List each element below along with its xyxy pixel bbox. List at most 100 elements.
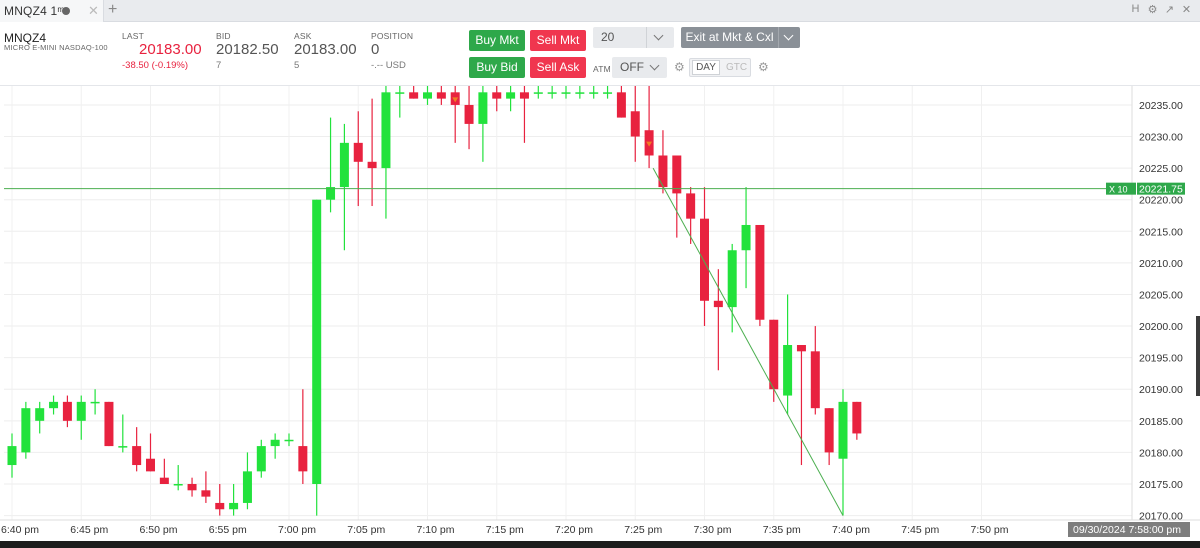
- y-tick-label: 20235.00: [1139, 100, 1183, 112]
- quantity-value: 20: [601, 30, 615, 44]
- y-tick-label: 20180.00: [1139, 447, 1183, 459]
- scroll-handle: [1196, 316, 1200, 396]
- instrument-description: MICRO E-MINI NASDAQ-100: [4, 43, 108, 52]
- exit-at-market-button[interactable]: Exit at Mkt & Cxl: [681, 27, 800, 48]
- candle-body: [201, 490, 211, 497]
- candle-body: [575, 92, 585, 94]
- candlestick-chart[interactable]: 20235.00 20230.00 20225.00 20220.00 20215.00…: [0, 86, 1200, 548]
- candle-body: [672, 155, 682, 194]
- candle-body: [132, 446, 142, 466]
- y-tick-label: 20200.00: [1139, 321, 1183, 333]
- sell-ask-button[interactable]: Sell Ask: [530, 57, 586, 78]
- y-tick-label: 20185.00: [1139, 416, 1183, 428]
- y-tick-label: 20175.00: [1139, 479, 1183, 491]
- help-icon[interactable]: H: [1130, 3, 1141, 16]
- quantity-select[interactable]: 20: [593, 27, 674, 48]
- candle-body: [533, 92, 543, 94]
- candle-body: [436, 92, 446, 99]
- crosshair-time-label: 09/30/2024 7:58:00 pm: [1073, 524, 1181, 536]
- order-price-label: 20221.75: [1139, 184, 1183, 196]
- x-tick-label: 7:10 pm: [417, 524, 455, 536]
- candle-body: [824, 408, 834, 453]
- exit-label: Exit at Mkt & Cxl: [685, 30, 774, 44]
- candle-body: [256, 446, 266, 472]
- atm-settings-icon[interactable]: ⚙: [674, 60, 685, 74]
- candle-body: [603, 92, 613, 94]
- y-tick-label: 20195.00: [1139, 353, 1183, 365]
- y-tick-label: 20230.00: [1139, 132, 1183, 144]
- candle-body: [713, 300, 723, 308]
- candle-body: [755, 224, 765, 320]
- price-change: -38.50 (-0.19%): [122, 60, 189, 71]
- close-icon[interactable]: ✕: [88, 3, 99, 19]
- candle-body: [783, 345, 793, 396]
- chart-tab[interactable]: MNQZ4 1ᵐ ✕: [0, 0, 104, 22]
- candle-body: [312, 199, 322, 484]
- buy-bid-button[interactable]: Buy Bid: [469, 57, 525, 78]
- candle-body: [423, 92, 432, 99]
- candle-body: [464, 104, 474, 124]
- candle-body: [62, 401, 72, 421]
- position-pnl: -.-- USD: [371, 60, 406, 71]
- tif-settings-icon[interactable]: ⚙: [758, 60, 769, 74]
- bid-size: 7: [216, 60, 222, 71]
- tab-strip: MNQZ4 1ᵐ ✕ + H ⚙ ↗ ✕: [0, 0, 1200, 22]
- x-tick-label: 6:45 pm: [70, 524, 108, 536]
- atm-select[interactable]: OFF: [612, 57, 667, 78]
- close-window-icon[interactable]: ✕: [1181, 3, 1192, 16]
- order-side-label: X 10: [1109, 185, 1128, 195]
- popout-icon[interactable]: ↗: [1164, 3, 1175, 16]
- y-tick-label: 20170.00: [1139, 511, 1183, 523]
- candle-body: [727, 250, 737, 308]
- candle-body: [589, 92, 599, 94]
- chevron-down-icon: [653, 30, 664, 41]
- candle-body: [561, 92, 571, 94]
- candle-body: [76, 401, 86, 421]
- candle-body: [409, 92, 419, 99]
- candle-body: [616, 92, 626, 118]
- x-tick-label: 6:55 pm: [209, 524, 247, 536]
- x-tick-label: 6:50 pm: [140, 524, 178, 536]
- candle-body: [187, 483, 197, 491]
- x-tick-label: 7:30 pm: [694, 524, 732, 536]
- y-tick-label: 20215.00: [1139, 226, 1183, 238]
- candle-body: [838, 401, 848, 459]
- candle-body: [852, 401, 862, 434]
- candle-body: [630, 111, 640, 137]
- ask-label: ASK: [294, 31, 312, 41]
- last-label: LAST: [122, 31, 145, 41]
- candle-body: [395, 92, 405, 94]
- y-tick-label: 20190.00: [1139, 384, 1183, 396]
- position-value: 0: [371, 41, 380, 58]
- y-tick-label: 20205.00: [1139, 289, 1183, 301]
- candle-body: [35, 408, 45, 421]
- candle-body: [118, 446, 128, 448]
- candle-body: [547, 92, 557, 94]
- tif-gtc-button[interactable]: GTC: [723, 60, 750, 75]
- trading-window: MNQZ4 1ᵐ ✕ + H ⚙ ↗ ✕ MNQZ4 MICRO E-MINI …: [0, 0, 1200, 548]
- position-label: POSITION: [371, 31, 414, 41]
- candle-body: [90, 401, 100, 404]
- add-tab-icon[interactable]: +: [108, 1, 117, 19]
- candle-body: [298, 446, 308, 472]
- bottom-strip: [0, 541, 1200, 548]
- x-tick-label: 7:40 pm: [832, 524, 870, 536]
- x-tick-label: 7:20 pm: [555, 524, 593, 536]
- candle-body: [353, 142, 363, 162]
- candle-body: [146, 458, 155, 472]
- sell-market-button[interactable]: Sell Mkt: [530, 30, 586, 51]
- candle-body: [242, 471, 252, 503]
- candle-body: [519, 92, 529, 99]
- settings-icon[interactable]: ⚙: [1147, 3, 1158, 16]
- y-tick-label: 20210.00: [1139, 258, 1183, 270]
- candle-body: [478, 92, 488, 124]
- candle-body: [700, 218, 709, 301]
- price-chart[interactable]: 20235.00 20230.00 20225.00 20220.00 20215.00…: [0, 86, 1200, 548]
- tif-toggle: DAY GTC: [689, 58, 751, 77]
- tif-day-button[interactable]: DAY: [692, 60, 720, 75]
- bid-price: 20182.50: [216, 41, 279, 58]
- candle-body: [492, 92, 502, 99]
- ask-price: 20183.00: [294, 41, 357, 58]
- candle-body: [270, 439, 280, 447]
- buy-market-button[interactable]: Buy Mkt: [469, 30, 525, 51]
